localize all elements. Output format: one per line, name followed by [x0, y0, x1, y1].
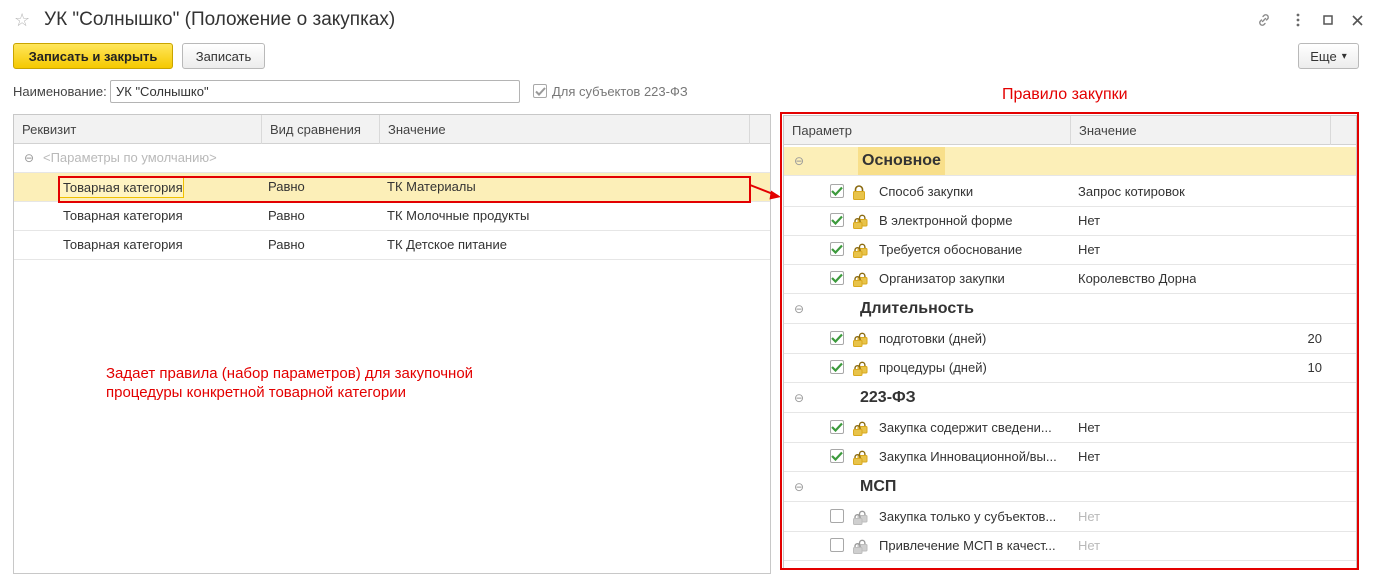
subjects-223fz-checkbox[interactable] [533, 84, 547, 98]
link-icon[interactable] [1253, 9, 1275, 31]
name-input[interactable] [110, 80, 520, 103]
column-header-comparison[interactable]: Вид сравнения [262, 115, 380, 144]
checkmark-icon [534, 86, 546, 96]
more-vertical-icon[interactable] [1287, 9, 1309, 31]
cell-value[interactable]: ТК Молочные продукты [387, 202, 529, 230]
more-menu-button[interactable]: Еще ▾ [1298, 43, 1359, 69]
name-label: Наименование: [13, 84, 107, 99]
table-row[interactable]: Товарная категория Равно ТК Детское пита… [14, 231, 770, 260]
table-group-row[interactable]: ⊖ <Параметры по умолчанию> [14, 144, 770, 173]
save-and-close-button[interactable]: Записать и закрыть [13, 43, 173, 69]
cell-attribute[interactable]: Товарная категория [63, 202, 183, 230]
cell-attribute[interactable]: Товарная категория [63, 231, 183, 259]
group-label: <Параметры по умолчанию> [43, 150, 217, 165]
subjects-223fz-label: Для субъектов 223-ФЗ [552, 84, 688, 99]
purchase-rule-title: Правило закупки [1002, 86, 1128, 103]
more-menu-label: Еще [1310, 48, 1337, 64]
arrow-right-icon [749, 184, 781, 200]
chevron-down-icon: ▾ [1341, 50, 1347, 62]
cell-comparison[interactable]: Равно [268, 231, 305, 259]
highlight-frame-selected-row [58, 176, 751, 203]
favorite-star-icon[interactable]: ☆ [14, 9, 30, 31]
highlight-frame-rule-table [780, 112, 1359, 570]
cell-value[interactable]: ТК Детское питание [387, 231, 507, 259]
table-row[interactable]: Товарная категория Равно ТК Молочные про… [14, 202, 770, 231]
maximize-icon[interactable] [1317, 9, 1339, 31]
collapse-icon[interactable]: ⊖ [24, 144, 34, 172]
column-header-value[interactable]: Значение [380, 115, 750, 144]
annotation-line-2: процедуры конкретной товарной категории [106, 384, 406, 401]
annotation-line-1: Задает правила (набор параметров) для за… [106, 365, 474, 382]
cell-comparison[interactable]: Равно [268, 202, 305, 230]
column-header-attribute[interactable]: Реквизит [14, 115, 262, 144]
close-icon[interactable] [1346, 9, 1368, 31]
save-button[interactable]: Записать [182, 43, 265, 69]
window-title: УК "Солнышко" (Положение о закупках) [44, 9, 396, 30]
conditions-table-header: Реквизит Вид сравнения Значение [14, 115, 770, 144]
